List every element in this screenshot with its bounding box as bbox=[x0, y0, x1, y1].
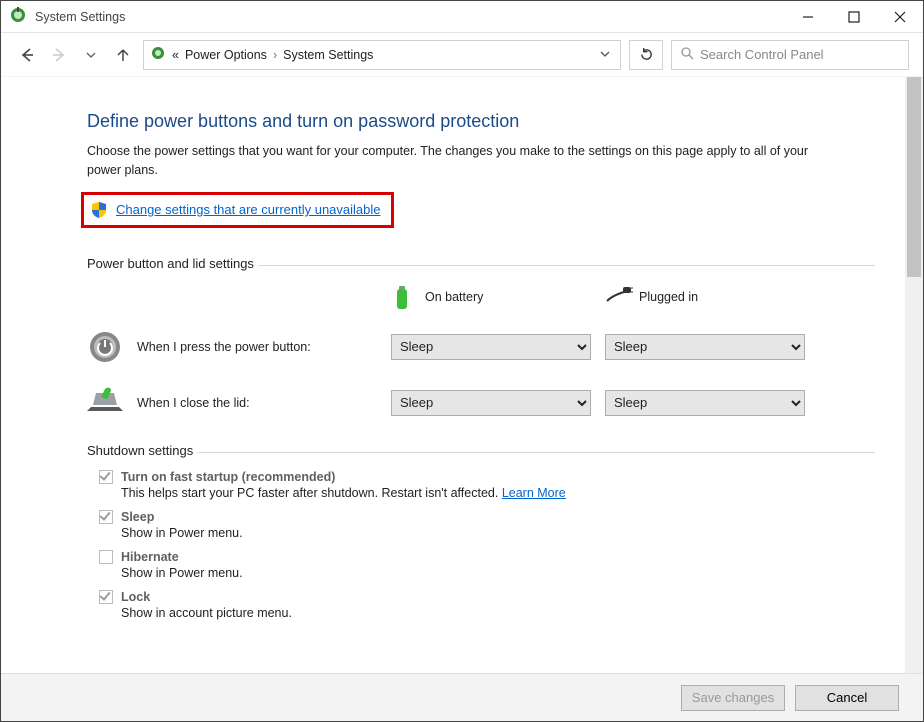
save-changes-button[interactable]: Save changes bbox=[681, 685, 785, 711]
window-controls bbox=[785, 1, 923, 32]
window-title: System Settings bbox=[35, 10, 785, 24]
laptop-lid-icon bbox=[87, 385, 123, 421]
maximize-button[interactable] bbox=[831, 1, 877, 32]
breadcrumb-lead[interactable]: « bbox=[172, 48, 179, 62]
change-settings-highlight: Change settings that are currently unava… bbox=[81, 192, 394, 228]
close-lid-plugged-in-select[interactable]: Sleep bbox=[605, 390, 805, 416]
power-button-lid-section: Power button and lid settings On battery bbox=[87, 256, 875, 421]
checkbox-hibernate[interactable] bbox=[99, 550, 113, 564]
shutdown-item-hibernate: Hibernate Show in Power menu. bbox=[99, 550, 875, 580]
row-close-lid: When I close the lid: bbox=[87, 385, 377, 421]
body: Define power buttons and turn on passwor… bbox=[1, 77, 923, 673]
shutdown-settings-legend: Shutdown settings bbox=[87, 443, 197, 458]
row-power-button: When I press the power button: bbox=[87, 329, 377, 365]
breadcrumb-system-settings[interactable]: System Settings bbox=[283, 48, 373, 62]
checkbox-sleep[interactable] bbox=[99, 510, 113, 524]
nav-recent-dropdown[interactable] bbox=[79, 43, 103, 67]
app-icon bbox=[9, 6, 27, 27]
breadcrumb: « Power Options › System Settings bbox=[172, 48, 590, 62]
vertical-scrollbar[interactable] bbox=[905, 77, 923, 673]
shutdown-item-sleep: Sleep Show in Power menu. bbox=[99, 510, 875, 540]
search-input[interactable]: Search Control Panel bbox=[671, 40, 909, 70]
system-settings-window: System Settings bbox=[0, 0, 924, 722]
plug-icon bbox=[605, 285, 629, 309]
power-button-lid-legend: Power button and lid settings bbox=[87, 256, 258, 271]
refresh-button[interactable] bbox=[629, 40, 663, 70]
title-bar: System Settings bbox=[1, 1, 923, 33]
battery-icon bbox=[391, 285, 415, 309]
shutdown-item-lock: Lock Show in account picture menu. bbox=[99, 590, 875, 620]
col-plugged-in: Plugged in bbox=[605, 285, 805, 309]
shutdown-settings-section: Shutdown settings Turn on fast startup (… bbox=[87, 443, 875, 620]
nav-back-button[interactable] bbox=[15, 43, 39, 67]
address-bar[interactable]: « Power Options › System Settings bbox=[143, 40, 621, 70]
power-button-icon bbox=[87, 329, 123, 365]
nav-up-button[interactable] bbox=[111, 43, 135, 67]
toolbar: « Power Options › System Settings Search… bbox=[1, 33, 923, 77]
close-button[interactable] bbox=[877, 1, 923, 32]
page-heading: Define power buttons and turn on passwor… bbox=[87, 111, 875, 132]
power-button-plugged-in-select[interactable]: Sleep bbox=[605, 334, 805, 360]
content: Define power buttons and turn on passwor… bbox=[1, 77, 905, 673]
minimize-button[interactable] bbox=[785, 1, 831, 32]
footer: Save changes Cancel bbox=[1, 673, 923, 721]
page-description: Choose the power settings that you want … bbox=[87, 142, 827, 180]
col-on-battery: On battery bbox=[391, 285, 591, 309]
power-button-on-battery-select[interactable]: Sleep bbox=[391, 334, 591, 360]
breadcrumb-power-options[interactable]: Power Options bbox=[185, 48, 267, 62]
chevron-right-icon: › bbox=[273, 48, 277, 62]
address-dropdown[interactable] bbox=[596, 48, 614, 62]
cancel-button[interactable]: Cancel bbox=[795, 685, 899, 711]
change-settings-link[interactable]: Change settings that are currently unava… bbox=[116, 202, 381, 217]
close-lid-on-battery-select[interactable]: Sleep bbox=[391, 390, 591, 416]
scrollbar-thumb[interactable] bbox=[907, 77, 921, 277]
nav-forward-button[interactable] bbox=[47, 43, 71, 67]
learn-more-link[interactable]: Learn More bbox=[502, 486, 566, 500]
checkbox-lock[interactable] bbox=[99, 590, 113, 604]
checkbox-fast-startup[interactable] bbox=[99, 470, 113, 484]
search-icon bbox=[680, 46, 694, 63]
shutdown-settings-list: Turn on fast startup (recommended) This … bbox=[99, 470, 875, 620]
address-icon bbox=[150, 45, 166, 64]
shutdown-item-fast-startup: Turn on fast startup (recommended) This … bbox=[99, 470, 875, 500]
shield-icon bbox=[90, 201, 108, 219]
search-placeholder: Search Control Panel bbox=[700, 47, 824, 62]
